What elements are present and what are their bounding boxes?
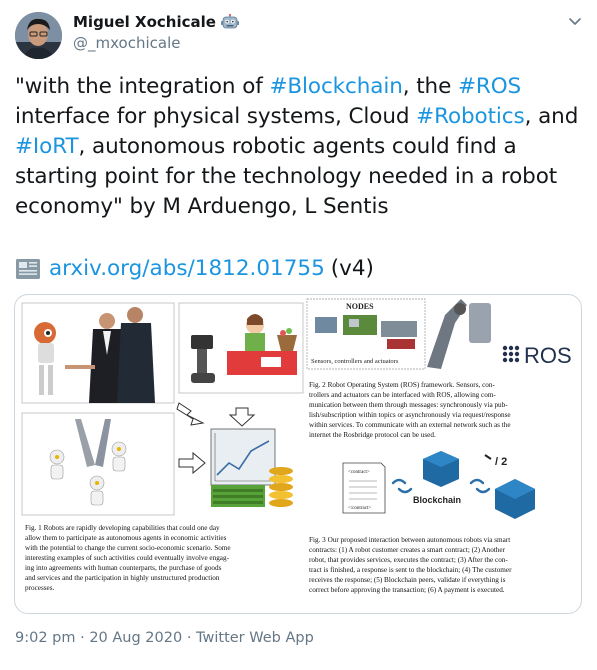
fig2-caption-line: internet the Rosbridge protocol can be u… — [309, 431, 436, 439]
hashtag-link[interactable]: #Robotics — [416, 104, 525, 129]
author-display-name[interactable]: Miguel Xochicale — [73, 13, 216, 31]
fig3-caption-line: correct before approving the transaction… — [309, 586, 505, 594]
tweet-client: Twitter Web App — [196, 630, 314, 646]
avatar[interactable] — [15, 12, 62, 59]
fig1-caption-line: with the potential to change the current… — [25, 544, 231, 552]
tweet-text-segment: interface for physical systems, Cloud — [15, 104, 417, 129]
link-version: (v4) — [330, 256, 374, 281]
author-name-row[interactable]: Miguel Xochicale — [73, 13, 239, 31]
author-handle[interactable]: @_mxochicale — [73, 34, 180, 52]
tweet-text-segment: "with the integration of — [15, 74, 270, 99]
fig1-composite — [21, 302, 304, 516]
fig3-caption-line: Fig. 3 Our proposed interaction between … — [309, 536, 510, 544]
fig3-caption-line: receives the response; (5) Blockchain pe… — [309, 576, 506, 584]
newspaper-icon — [16, 259, 40, 279]
arxiv-link[interactable]: arxiv.org/abs/1812.01755 — [49, 254, 325, 284]
fig3-caption-line: contracts: (1) A robot customer creates … — [309, 546, 506, 554]
blockchain-label: Blockchain — [413, 495, 461, 505]
sensors-label: Sensors, controllers and actuators — [311, 358, 399, 365]
tweet-text-segment: , the — [402, 74, 458, 99]
tweet-text-segment: , autonomous robotic agents could find a… — [15, 134, 558, 219]
tweet-date[interactable]: 20 Aug 2020 — [89, 630, 182, 646]
tweet: Miguel Xochicale @_mxochicale "with the … — [0, 0, 597, 670]
meta-separator: · — [75, 630, 90, 646]
ros-label: ROS — [524, 343, 572, 368]
svg-text:/ 2: / 2 — [495, 456, 507, 468]
link-row: arxiv.org/abs/1812.01755 (v4) — [15, 254, 374, 284]
fig3-caption: Fig. 3 Our proposed interaction between … — [309, 536, 512, 594]
fig2-caption-line: munication between them through messages… — [309, 401, 508, 409]
tweet-meta: 9:02 pm · 20 Aug 2020 · Twitter Web App — [15, 630, 314, 646]
fig3-caption-line: tract is finished, a response is sent to… — [309, 566, 512, 574]
fig2-caption-line: trollers and actuators can be interfaced… — [309, 391, 496, 399]
tweet-text: "with the integration of #Blockchain, th… — [15, 72, 585, 222]
meta-separator: · — [182, 630, 197, 646]
hashtag-link[interactable]: #ROS — [458, 74, 521, 99]
fig2-caption-line: lish/subscription within topics or async… — [309, 411, 511, 419]
robot-face-icon — [220, 14, 239, 29]
tweet-time[interactable]: 9:02 pm — [15, 630, 76, 646]
fig3-blockchain-figure: <contract> </contract> / 2 Blockchain — [342, 451, 535, 519]
fig2-caption-line: within services. To communicate with an … — [309, 421, 511, 429]
fig1-caption-line: interesting examples of such activities … — [25, 554, 230, 562]
fig1-caption-line: allow them to participate as autonomous … — [25, 534, 227, 542]
tweet-text-segment: , and — [524, 104, 579, 129]
chevron-down-icon[interactable] — [566, 12, 584, 30]
fig1-caption-line: and services and the participation in hi… — [25, 574, 220, 582]
ros-logo-icon — [502, 345, 520, 363]
fig3-caption-line: robot, that provides services, executes … — [309, 556, 508, 564]
fig1-caption-line: ing into agreements with human counterpa… — [25, 564, 222, 572]
fig1-caption-line: processes. — [25, 584, 55, 592]
hashtag-link[interactable]: #IoRT — [15, 134, 79, 159]
fig1-caption: Fig. 1 Robots are rapidly developing cap… — [25, 524, 231, 592]
hashtag-link[interactable]: #Blockchain — [269, 74, 402, 99]
fig2-ros-figure: NODES Sensors, controllers and actuators — [306, 298, 572, 370]
attached-image[interactable]: Fig. 1 Robots are rapidly developing cap… — [14, 294, 582, 614]
nodes-label: NODES — [346, 302, 374, 311]
contract-open-label: <contract> — [348, 470, 370, 475]
contract-close-label: </contract> — [348, 506, 371, 511]
fig2-caption-line: Fig. 2 Robot Operating System (ROS) fram… — [309, 381, 495, 389]
fig2-caption: Fig. 2 Robot Operating System (ROS) fram… — [309, 381, 511, 439]
fig1-caption-line: Fig. 1 Robots are rapidly developing cap… — [25, 524, 220, 532]
